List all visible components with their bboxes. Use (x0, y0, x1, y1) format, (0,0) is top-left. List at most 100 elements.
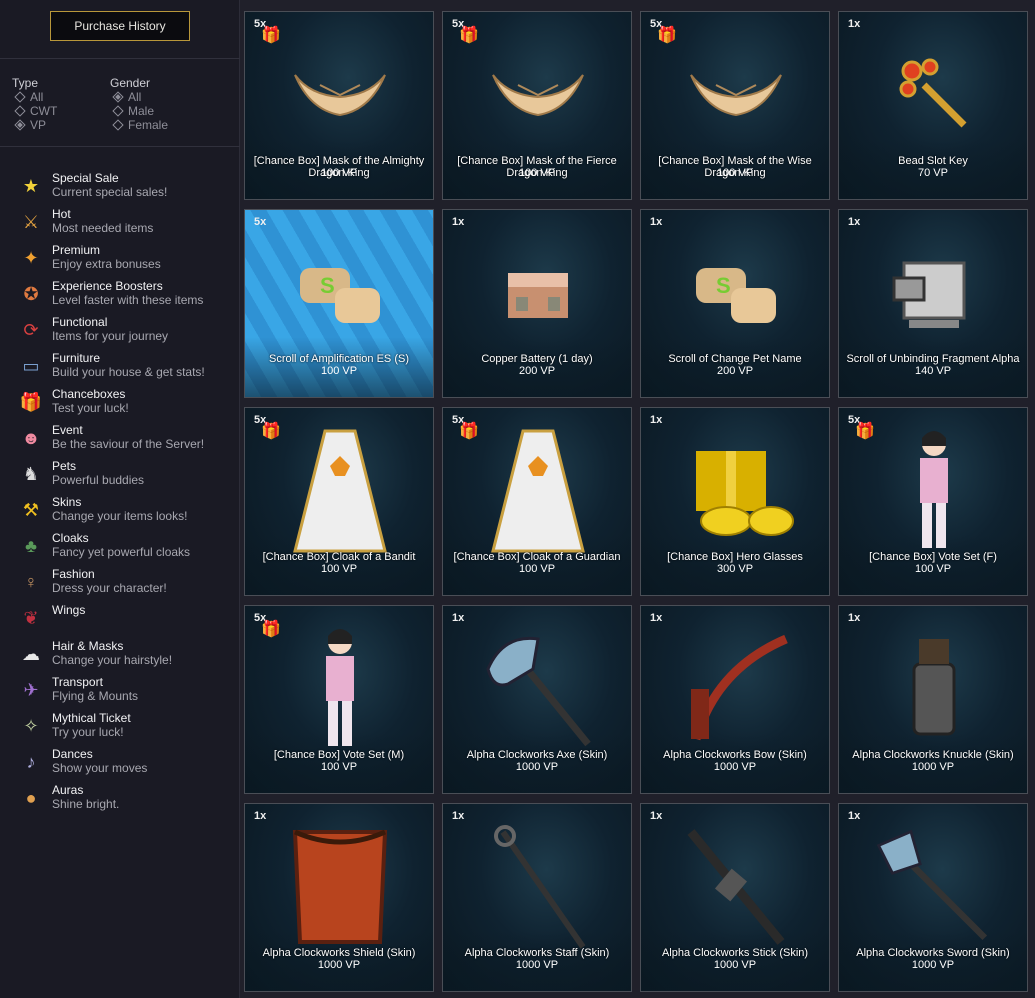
category-hot[interactable]: ⚔ Hot Most needed items (14, 206, 236, 242)
item-price: 1000 VP (515, 959, 559, 971)
category-pets[interactable]: ♞ Pets Powerful buddies (14, 458, 236, 494)
category-desc: Most needed items (52, 221, 154, 235)
item-card[interactable]: 1x Alpha Clockworks Shield (Skin) 1000 VP (244, 803, 434, 992)
chanceboxes-icon: 🎁 (19, 392, 43, 412)
gender-option-male[interactable]: Male (112, 104, 168, 118)
special-sale-icon: ★ (22, 176, 40, 196)
mask-icon (280, 37, 400, 152)
quantity-badge: 1x (254, 810, 267, 822)
category-furniture[interactable]: ▭ Furniture Build your house & get stats! (14, 350, 236, 386)
category-name: Hot (52, 207, 71, 221)
item-name: Copper Battery (1 day) (481, 353, 593, 365)
category-event[interactable]: ☻ Event Be the saviour of the Server! (14, 422, 236, 458)
item-card[interactable]: 1x S Scroll of Change Pet Name 200 VP (640, 209, 830, 398)
category-desc: Items for your journey (52, 329, 169, 343)
item-name: Alpha Clockworks Staff (Skin) (464, 947, 610, 959)
category-functional[interactable]: ⟳ Functional Items for your journey (14, 314, 236, 350)
gift-box-icon: 🎁 (657, 27, 677, 44)
item-card[interactable]: 5x 🎁 [Chance Box] Cloak of a Guardian 100 V… (442, 407, 632, 596)
category-transport[interactable]: ✈ Transport Flying & Mounts (14, 674, 236, 710)
radio-diamond-icon (112, 119, 124, 131)
item-card[interactable]: 5x 🎁 [Chance Box] Vote Set (F) 100 VP (838, 407, 1028, 596)
category-experience-boosters[interactable]: ✪ Experience Boosters Level faster with th… (14, 278, 236, 314)
type-filter-title: Type (12, 76, 39, 90)
category-desc: Powerful buddies (52, 473, 145, 487)
type-option-all[interactable]: All (14, 90, 57, 104)
quantity-badge: 1x (452, 810, 465, 822)
item-card[interactable]: 5x 🎁 [Chance Box] Vote Set (M) 100 VP (244, 605, 434, 794)
item-card[interactable]: 1x Alpha Clockworks Stick (Skin) 1000 VP (640, 803, 830, 992)
character-icon (280, 628, 400, 746)
item-price: 1000 VP (911, 761, 955, 773)
item-card[interactable]: 5x 🎁 [Chance Box] Mask of the Almighty Dra… (244, 11, 434, 200)
item-price: 100 VP (518, 167, 556, 179)
svg-text:S: S (716, 273, 731, 298)
category-desc: Flying & Mounts (52, 689, 139, 703)
gender-option-female[interactable]: Female (112, 118, 168, 132)
category-wings[interactable]: ❦ Wings (14, 602, 236, 638)
gender-option-all[interactable]: All (112, 90, 168, 104)
item-card[interactable]: 1x Alpha Clockworks Bow (Skin) 1000 VP (640, 605, 830, 794)
category-desc: Change your items looks! (52, 509, 188, 523)
item-card[interactable]: 5x 🎁 [Chance Box] Mask of the Wise Dragon … (640, 11, 830, 200)
item-name: Scroll of Change Pet Name (668, 353, 802, 365)
category-premium[interactable]: ✦ Premium Enjoy extra bonuses (14, 242, 236, 278)
category-name: Pets (52, 459, 77, 473)
cloak-icon (478, 429, 598, 552)
category-name: Experience Boosters (52, 279, 163, 293)
functional-icon: ⟳ (23, 320, 39, 340)
pets-icon: ♞ (22, 464, 40, 484)
battery-icon (478, 235, 598, 350)
category-desc: Build your house & get stats! (52, 365, 205, 379)
category-name: Functional (52, 315, 108, 329)
item-price: 200 VP (518, 365, 556, 377)
category-desc: Shine bright. (52, 797, 120, 811)
quantity-badge: 1x (848, 612, 861, 624)
item-name: Bead Slot Key (898, 155, 968, 167)
item-card[interactable]: 5x 🎁 [Chance Box] Mask of the Fierce Drago… (442, 11, 632, 200)
category-auras[interactable]: ● Auras Shine bright. (14, 782, 236, 818)
gift-box-icon: 🎁 (459, 423, 479, 440)
category-hair-masks[interactable]: ☁ Hair & Masks Change your hairstyle! (14, 638, 236, 674)
item-card[interactable]: 1x Bead Slot Key 70 VP (838, 11, 1028, 200)
item-card[interactable]: 1x [Chance Box] Hero Glasses 300 VP (640, 407, 830, 596)
type-option-vp[interactable]: VP (14, 118, 57, 132)
category-special-sale[interactable]: ★ Special Sale Current special sales! (14, 170, 236, 206)
item-name: [Chance Box] Cloak of a Bandit (262, 551, 416, 563)
item-name: Alpha Clockworks Stick (Skin) (661, 947, 809, 959)
quantity-badge: 1x (848, 216, 861, 228)
staff-icon (478, 824, 598, 949)
item-name: Alpha Clockworks Axe (Skin) (466, 749, 608, 761)
item-price: 200 VP (716, 365, 754, 377)
category-desc: Current special sales! (52, 185, 168, 199)
item-card[interactable]: 1x Alpha Clockworks Staff (Skin) 1000 VP (442, 803, 632, 992)
category-dances[interactable]: ♪ Dances Show your moves (14, 746, 236, 782)
quantity-badge: 1x (452, 216, 465, 228)
item-card[interactable]: 1x Alpha Clockworks Knuckle (Skin) 1000 VP (838, 605, 1028, 794)
item-price: 1000 VP (713, 761, 757, 773)
category-chanceboxes[interactable]: 🎁 Chanceboxes Test your luck! (14, 386, 236, 422)
item-card[interactable]: 5x S Scroll of Amplification ES (S) 100 VP (244, 209, 434, 398)
item-card[interactable]: 5x 🎁 [Chance Box] Cloak of a Bandit 100 VP (244, 407, 434, 596)
category-mythical-ticket[interactable]: ✧ Mythical Ticket Try your luck! (14, 710, 236, 746)
transport-icon: ✈ (23, 680, 39, 700)
furniture-icon: ▭ (22, 356, 40, 376)
purchase-history-button[interactable]: Purchase History (50, 11, 190, 41)
radio-diamond-icon (112, 105, 124, 117)
category-fashion[interactable]: ♀ Fashion Dress your character! (14, 566, 236, 602)
event-icon: ☻ (21, 428, 41, 448)
item-price: 100 VP (518, 563, 556, 575)
type-option-cwt[interactable]: CWT (14, 104, 57, 118)
category-skins[interactable]: ⚒ Skins Change your items looks! (14, 494, 236, 530)
stick-icon (676, 828, 796, 945)
item-price: 140 VP (914, 365, 952, 377)
item-card[interactable]: 1x Scroll of Unbinding Fragment Alpha 140 … (838, 209, 1028, 398)
item-name: Alpha Clockworks Shield (Skin) (262, 947, 416, 959)
category-name: Fashion (52, 567, 95, 581)
item-card[interactable]: 1x Alpha Clockworks Axe (Skin) 1000 VP (442, 605, 632, 794)
svg-text:S: S (320, 273, 335, 298)
category-cloaks[interactable]: ♣ Cloaks Fancy yet powerful cloaks (14, 530, 236, 566)
item-card[interactable]: 1x Copper Battery (1 day) 200 VP (442, 209, 632, 398)
character-icon (874, 430, 994, 548)
item-card[interactable]: 1x Alpha Clockworks Sword (Skin) 1000 VP (838, 803, 1028, 992)
